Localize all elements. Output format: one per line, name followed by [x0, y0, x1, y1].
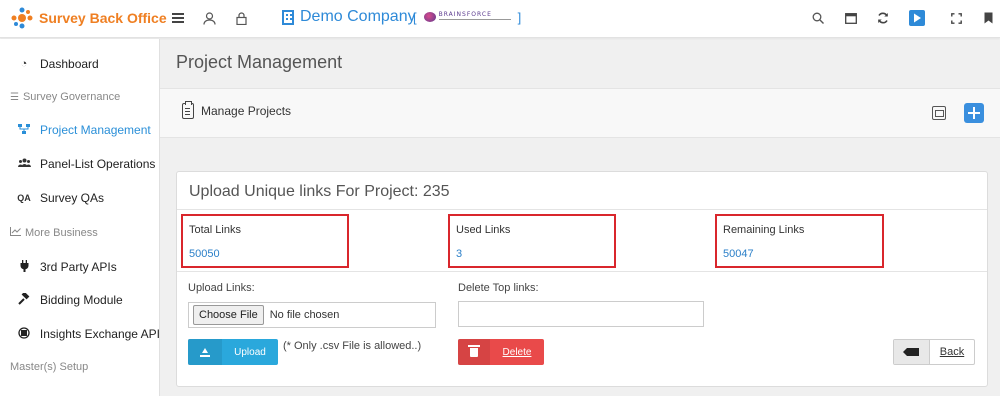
users-icon	[16, 158, 32, 170]
upload-button-label: Upload	[234, 346, 266, 358]
stat-value: 3	[456, 248, 463, 260]
stat-total-links: Total Links 50050	[181, 214, 349, 268]
sidebar-item-label: 3rd Party APIs	[40, 260, 117, 274]
logo-icon	[11, 7, 33, 29]
file-status-text: No file chosen	[269, 309, 340, 321]
bookmark-icon[interactable]	[978, 8, 998, 28]
search-icon[interactable]	[808, 8, 828, 28]
stat-label: Remaining Links	[723, 224, 805, 236]
add-project-button[interactable]	[964, 103, 984, 123]
company-name[interactable]: Demo Company	[282, 6, 416, 28]
back-button[interactable]: Back	[893, 339, 975, 365]
refresh-icon[interactable]	[873, 8, 893, 28]
upload-links-card: Upload Unique links For Project: 235 Tot…	[176, 171, 988, 387]
qa-icon: QA	[17, 193, 31, 203]
sidebar-item-label: Survey QAs	[40, 191, 105, 205]
upload-file-input[interactable]: Choose File No file chosen	[188, 302, 436, 328]
stat-label: Total Links	[189, 224, 241, 236]
sidebar-section-survey-governance: ☰ Survey Governance	[10, 87, 120, 107]
stat-label: Used Links	[456, 224, 511, 236]
lock-icon[interactable]	[231, 8, 251, 28]
play-icon[interactable]	[907, 8, 927, 28]
sidebar-item-survey-qas[interactable]: QA Survey QAs	[0, 186, 160, 210]
list-icon: ☰	[10, 91, 19, 103]
menu-icon[interactable]	[168, 8, 188, 28]
stat-value: 50050	[189, 248, 220, 260]
window-icon[interactable]	[841, 8, 861, 28]
delete-button-label: Delete	[502, 346, 532, 358]
sidebar-section-label: More Business	[25, 227, 98, 239]
client-logo: [ BRAINSFORCE ]	[413, 9, 522, 25]
sidebar-section-masters-setup: Master(s) Setup	[10, 357, 88, 377]
app-title: Survey Back Office	[39, 10, 167, 26]
page-toolbar: Manage Projects	[160, 88, 1000, 138]
sidebar-item-label: Dashboard	[40, 57, 99, 71]
fullscreen-icon[interactable]	[946, 8, 966, 28]
brain-icon	[423, 12, 436, 22]
sidebar-item-project-management[interactable]: Project Management	[0, 118, 160, 142]
upload-links-label: Upload Links:	[188, 282, 255, 294]
gauge-icon: ◔	[20, 58, 28, 70]
sidebar-item-label: Bidding Module	[40, 293, 123, 307]
print-icon[interactable]	[932, 106, 946, 120]
sidebar-item-insights-exchange-api[interactable]: Insights Exchange API	[0, 322, 160, 346]
sitemap-icon	[16, 123, 32, 137]
top-navbar: Survey Back Office Demo Company [ BRAINS…	[0, 0, 1000, 38]
card-header: Upload Unique links For Project: 235	[177, 172, 987, 210]
company-label: Demo Company	[300, 8, 416, 25]
delete-button[interactable]: Delete	[458, 339, 544, 365]
sidebar: ◔ Dashboard ☰ Survey Governance Project …	[0, 39, 160, 396]
trash-icon	[468, 344, 480, 357]
gavel-icon	[16, 291, 32, 308]
sidebar-section-label: Master(s) Setup	[10, 361, 89, 373]
back-button-label: Back	[939, 346, 965, 358]
brand-text: BRAINSFORCE	[438, 11, 492, 18]
building-icon	[282, 9, 294, 25]
choose-file-button[interactable]: Choose File	[193, 305, 264, 325]
chart-icon	[10, 227, 21, 239]
upload-file-note: (* Only .csv File is allowed..)	[283, 340, 422, 352]
sidebar-section-more-business: More Business	[10, 223, 98, 243]
user-icon[interactable]	[199, 8, 219, 28]
sidebar-item-dashboard[interactable]: ◔ Dashboard	[0, 52, 160, 76]
sidebar-item-3rd-party-apis[interactable]: 3rd Party APIs	[0, 255, 160, 279]
app-logo[interactable]: Survey Back Office	[10, 6, 167, 30]
page-title: Project Management	[176, 52, 343, 72]
stat-used-links: Used Links 3	[448, 214, 616, 268]
delete-top-links-input[interactable]	[458, 301, 704, 327]
stat-remaining-links: Remaining Links 50047	[715, 214, 884, 268]
stat-value: 50047	[723, 248, 754, 260]
sidebar-item-label: Insights Exchange API	[39, 327, 160, 341]
sidebar-item-bidding-module[interactable]: Bidding Module	[0, 288, 160, 312]
upload-icon	[200, 347, 210, 357]
manage-projects-label: Manage Projects	[201, 104, 292, 118]
sidebar-item-label: Project Management	[40, 123, 151, 137]
card-title: Upload Unique links For Project: 235	[189, 183, 450, 200]
sidebar-section-label: Survey Governance	[22, 91, 121, 103]
manage-projects-link[interactable]: Manage Projects	[182, 101, 292, 119]
clipboard-icon	[182, 101, 194, 119]
upload-button[interactable]: Upload	[188, 339, 278, 365]
backspace-icon	[903, 348, 919, 356]
delete-top-links-label: Delete Top links:	[458, 282, 539, 294]
plug-icon	[16, 259, 32, 275]
sidebar-item-panel-list-operations[interactable]: Panel-List Operations	[0, 152, 160, 176]
sidebar-item-label: Panel-List Operations	[40, 157, 156, 171]
exchange-icon	[16, 326, 32, 342]
link-stats-row: Total Links 50050 Used Links 3 Remaining…	[177, 210, 987, 272]
